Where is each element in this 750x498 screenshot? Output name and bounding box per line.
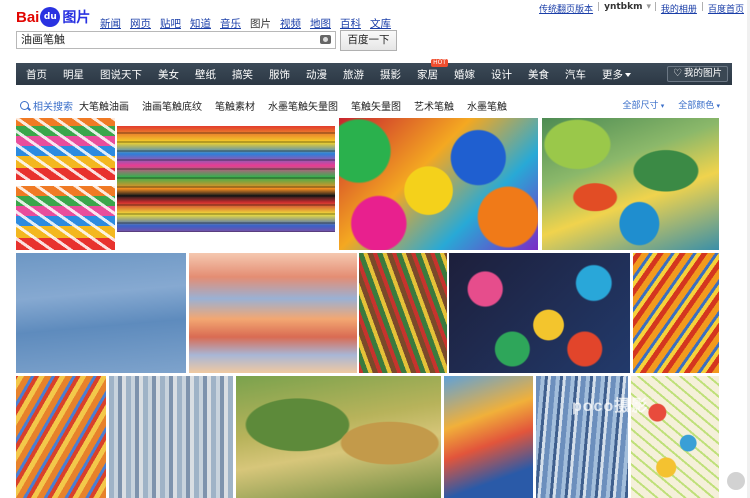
photo-watermark: poco摄影 (572, 398, 649, 415)
search-input-value: 油画笔触 (21, 33, 65, 46)
related-item[interactable]: 大笔触油画 (79, 98, 129, 113)
related-search-row: 相关搜索 大笔触油画 油画笔触底纹 笔触素材 水墨笔触矢量图 笔触矢量图 艺术笔… (16, 96, 732, 114)
related-search-label: 相关搜索 (33, 101, 73, 113)
image-thumbnail[interactable] (16, 253, 186, 373)
image-thumbnail[interactable] (117, 126, 335, 242)
logo-bai-text: Bai (16, 8, 40, 26)
size-filter-dropdown[interactable]: 全部尺寸 (622, 98, 664, 111)
cat-more[interactable]: 更多 (594, 67, 639, 82)
baidu-home-link[interactable]: 百度首页 (708, 2, 744, 15)
baidu-logo[interactable]: Bai du 图片 (16, 6, 90, 28)
classic-version-link[interactable]: 传统翻页版本 (539, 2, 593, 15)
search-icon (20, 100, 29, 110)
image-thumbnail[interactable] (542, 118, 719, 250)
back-to-top-button[interactable] (727, 472, 745, 490)
nav-images[interactable]: 图片 (250, 16, 271, 31)
cat-stars[interactable]: 明星 (55, 67, 92, 82)
cat-photography[interactable]: 摄影 (372, 67, 409, 82)
nav-video[interactable]: 视频 (280, 16, 301, 31)
user-links: 传统翻页版本 | yntbkm ▾ | 我的相册 | 百度首页 (539, 2, 744, 15)
image-thumbnail[interactable] (339, 118, 538, 250)
heart-icon: ♡ (673, 68, 682, 79)
cat-home-decor-label: 家居 (417, 68, 438, 81)
image-thumbnail[interactable] (16, 118, 115, 250)
image-thumbnail[interactable] (109, 376, 233, 498)
cat-anime[interactable]: 动漫 (298, 67, 335, 82)
image-thumbnail[interactable] (16, 376, 106, 498)
related-item[interactable]: 笔触矢量图 (351, 98, 401, 113)
image-thumbnail[interactable] (236, 376, 441, 498)
image-thumbnail[interactable] (189, 253, 357, 373)
hot-badge: HOT (431, 58, 448, 67)
username-menu[interactable]: yntbkm (604, 2, 642, 15)
cat-design[interactable]: 设计 (483, 67, 520, 82)
search-input[interactable]: 油画笔触 (16, 31, 336, 49)
cat-cars[interactable]: 汽车 (557, 67, 594, 82)
header: Bai du 图片 新闻 网页 贴吧 知道 音乐 图片 视频 地图 百科 文库 … (0, 0, 750, 56)
cat-food[interactable]: 美食 (520, 67, 557, 82)
image-thumbnail[interactable] (449, 253, 630, 373)
logo-pic-text: 图片 (62, 10, 91, 26)
related-item[interactable]: 水墨笔触矢量图 (268, 98, 338, 113)
related-item[interactable]: 笔触素材 (215, 98, 255, 113)
my-pictures-button[interactable]: ♡ 我的图片 (667, 66, 728, 82)
image-thumbnail[interactable] (444, 376, 533, 498)
category-bar: 首页 明星 图说天下 美女 壁纸 搞笑 服饰 动漫 旅游 摄影 家居 HOT 婚嫁… (16, 58, 732, 85)
nav-baike[interactable]: 百科 (340, 16, 361, 31)
filters: 全部尺寸 全部颜色 (622, 98, 720, 111)
cat-travel[interactable]: 旅游 (335, 67, 372, 82)
nav-wenku[interactable]: 文库 (370, 16, 391, 31)
cat-home[interactable]: 首页 (16, 67, 55, 82)
nav-zhidao[interactable]: 知道 (190, 16, 211, 31)
top-nav: 新闻 网页 贴吧 知道 音乐 图片 视频 地图 百科 文库 (100, 16, 391, 31)
image-thumbnail[interactable] (633, 253, 719, 373)
related-item[interactable]: 水墨笔触 (467, 98, 507, 113)
image-thumbnail[interactable] (359, 253, 447, 373)
cat-beauty[interactable]: 美女 (150, 67, 187, 82)
nav-news[interactable]: 新闻 (100, 16, 121, 31)
color-filter-dropdown[interactable]: 全部颜色 (678, 98, 720, 111)
nav-web[interactable]: 网页 (130, 16, 151, 31)
nav-music[interactable]: 音乐 (220, 16, 241, 31)
related-item[interactable]: 油画笔触底纹 (142, 98, 202, 113)
paw-icon: du (40, 7, 61, 27)
cat-wedding[interactable]: 婚嫁 (446, 67, 483, 82)
nav-tieba[interactable]: 贴吧 (160, 16, 181, 31)
nav-map[interactable]: 地图 (310, 16, 331, 31)
camera-icon[interactable] (320, 35, 331, 44)
cat-more-label: 更多 (602, 68, 623, 81)
related-item[interactable]: 艺术笔触 (414, 98, 454, 113)
cat-wallpaper[interactable]: 壁纸 (187, 67, 224, 82)
my-pictures-label: 我的图片 (683, 68, 722, 79)
cat-home-decor[interactable]: 家居 HOT (409, 58, 448, 82)
search-button[interactable]: 百度一下 (340, 30, 397, 51)
cat-funny[interactable]: 搞笑 (224, 67, 261, 82)
my-album-link[interactable]: 我的相册 (661, 2, 697, 15)
cat-fashion[interactable]: 服饰 (261, 67, 298, 82)
cat-world[interactable]: 图说天下 (92, 67, 150, 82)
chevron-down-icon (625, 72, 631, 77)
